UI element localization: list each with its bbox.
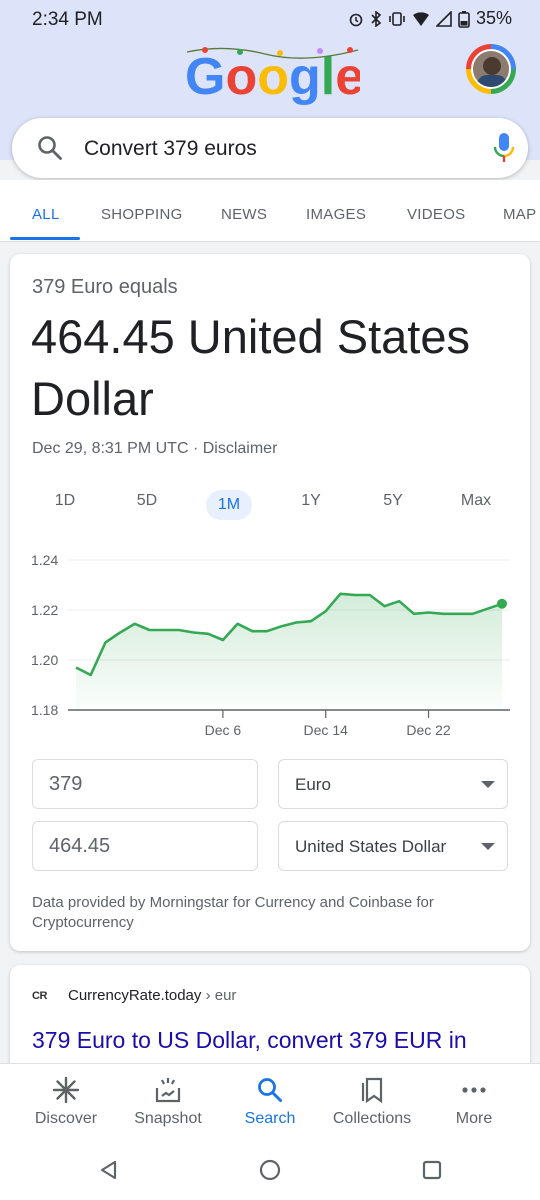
avatar-photo <box>471 49 511 89</box>
back-icon[interactable] <box>98 1159 120 1181</box>
battery-percent: 35% <box>475 8 512 28</box>
result-breadcrumb: › eur <box>201 987 237 1004</box>
from-amount-value[interactable]: 379 <box>49 773 82 796</box>
tab-maps[interactable]: MAP <box>503 206 536 223</box>
x-tick-label: Dec 14 <box>304 722 349 738</box>
svg-text:Google: Google <box>185 48 360 106</box>
bluetooth-icon <box>371 10 382 27</box>
currency-converter-card: 379 Euro equals 464.45 United States Dol… <box>10 254 530 951</box>
site-favicon: CR <box>32 990 47 1002</box>
discover-icon <box>52 1076 80 1104</box>
chart-area-fill <box>76 593 502 710</box>
battery-icon <box>458 10 470 28</box>
nav-collections[interactable]: Collections <box>318 1064 426 1144</box>
nav-search[interactable]: Search <box>216 1064 324 1144</box>
more-dots-icon <box>462 1087 486 1093</box>
result-site: CurrencyRate.today › eur <box>68 987 236 1004</box>
alarm-icon <box>349 13 363 26</box>
from-amount-input[interactable]: 379 <box>32 759 258 809</box>
snapshot-icon <box>155 1078 181 1103</box>
data-provider-credit: Data provided by Morningstar for Currenc… <box>32 894 434 931</box>
nav-label: More <box>455 1110 493 1127</box>
range-1d[interactable]: 1D <box>42 490 88 520</box>
search-tabs: ALL SHOPPING NEWS IMAGES VIDEOS MAP <box>0 180 540 242</box>
tab-videos[interactable]: VIDEOS <box>407 206 465 223</box>
nav-label: Search <box>244 1110 296 1127</box>
wifi-icon <box>412 11 429 26</box>
nav-discover[interactable]: Discover <box>12 1064 120 1144</box>
y-tick-label: 1.24 <box>31 552 58 568</box>
x-tick-label: Dec 22 <box>406 722 451 738</box>
search-icon <box>258 1078 282 1102</box>
y-tick-label: 1.20 <box>31 652 58 668</box>
result-title-link[interactable]: 379 Euro to US Dollar, convert 379 EUR i… <box>32 1027 467 1054</box>
signal-icon <box>435 10 452 27</box>
nav-label: Snapshot <box>134 1110 202 1127</box>
search-icon <box>38 136 62 160</box>
search-bar[interactable]: Convert 379 euros <box>12 118 528 178</box>
google-doodle-logo: Google <box>185 47 360 106</box>
y-tick-label: 1.22 <box>31 602 58 618</box>
y-tick-label: 1.18 <box>31 702 58 718</box>
converter-result: 464.45 United States Dollar <box>31 310 470 425</box>
active-tab-indicator <box>10 237 80 240</box>
converter-equals-line: 379 Euro equals <box>32 276 178 298</box>
tab-images[interactable]: IMAGES <box>306 206 366 223</box>
result-site-name: CurrencyRate.today <box>68 987 202 1004</box>
range-5y[interactable]: 5Y <box>370 490 416 520</box>
range-1m[interactable]: 1M <box>206 490 252 520</box>
from-currency-value: Euro <box>295 775 331 794</box>
dropdown-arrow-icon <box>481 843 495 850</box>
to-currency-select[interactable]: United States Dollar <box>278 821 508 871</box>
status-bar: 2:34 PM 35% <box>0 0 540 36</box>
nav-more[interactable]: More <box>420 1064 528 1144</box>
chart-current-point <box>497 598 507 609</box>
account-avatar[interactable] <box>466 44 516 94</box>
x-tick-label: Dec 6 <box>205 722 242 738</box>
bottom-navigation: Discover Snapshot Search Collections Mor… <box>0 1063 540 1143</box>
status-icons: 35% <box>348 8 512 29</box>
range-1y[interactable]: 1Y <box>288 490 334 520</box>
range-5d[interactable]: 5D <box>124 490 170 520</box>
dropdown-arrow-icon <box>481 781 495 788</box>
nav-label: Collections <box>332 1110 412 1127</box>
recents-icon[interactable] <box>422 1160 442 1180</box>
nav-snapshot[interactable]: Snapshot <box>114 1064 222 1144</box>
home-icon[interactable] <box>259 1159 281 1181</box>
to-amount-input[interactable]: 464.45 <box>32 821 258 871</box>
converter-timestamp[interactable]: Dec 29, 8:31 PM UTC · Disclaimer <box>32 440 277 458</box>
nav-label: Discover <box>34 1110 98 1127</box>
system-navigation-bar <box>0 1143 540 1200</box>
tab-all[interactable]: ALL <box>32 206 60 223</box>
microphone-icon[interactable] <box>492 132 516 164</box>
collections-icon <box>361 1077 383 1104</box>
tab-shopping[interactable]: SHOPPING <box>101 206 183 223</box>
to-amount-value[interactable]: 464.45 <box>49 835 110 858</box>
from-currency-select[interactable]: Euro <box>278 759 508 809</box>
tab-news[interactable]: NEWS <box>221 206 267 223</box>
exchange-rate-chart[interactable]: 1.24 1.22 1.20 1.18 Dec 6 Dec 14 Dec 22 <box>10 544 530 744</box>
to-currency-value: United States Dollar <box>295 837 447 856</box>
range-max[interactable]: Max <box>453 490 499 520</box>
search-query[interactable]: Convert 379 euros <box>84 137 257 161</box>
vibrate-icon <box>389 11 405 26</box>
status-time: 2:34 PM <box>32 9 103 30</box>
